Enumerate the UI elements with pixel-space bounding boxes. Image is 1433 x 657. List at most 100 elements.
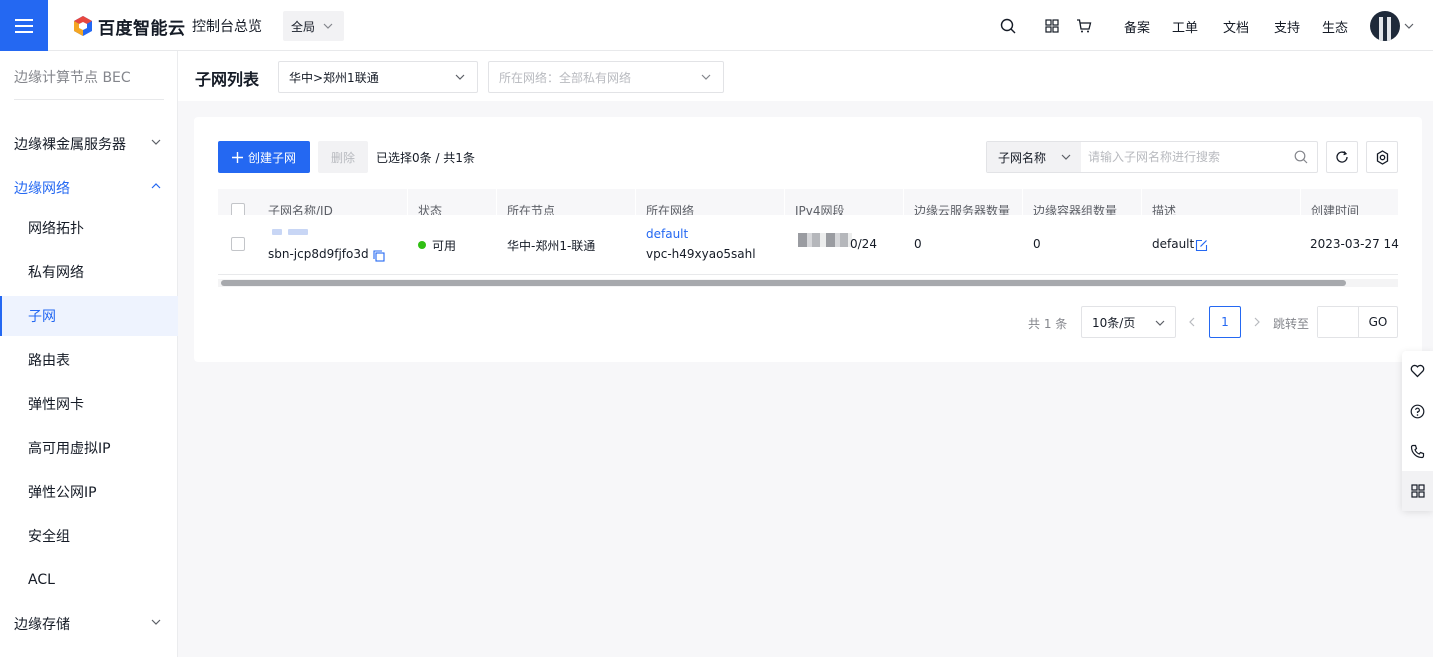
refresh-button[interactable] bbox=[1326, 141, 1358, 173]
status-dot-icon bbox=[418, 241, 426, 249]
search-input[interactable] bbox=[1081, 142, 1285, 172]
network-select[interactable]: 所在网络：全部私有网络 bbox=[488, 61, 724, 93]
server-count: 0 bbox=[914, 237, 922, 251]
copy-icon[interactable] bbox=[373, 250, 385, 262]
grid-icon bbox=[1410, 484, 1425, 498]
sidebar-group-bare-metal[interactable]: 边缘裸金属服务器 bbox=[0, 124, 178, 164]
page-number-button[interactable]: 1 bbox=[1209, 306, 1241, 338]
chevron-right-icon bbox=[1254, 317, 1260, 327]
table-header: 子网名称/ID 状态 所在节点 所在网络 IPv4网段 边缘云服务器数量 边缘容… bbox=[218, 189, 1398, 218]
sidebar-title: 边缘计算节点 BEC bbox=[14, 70, 131, 86]
page-header: 子网列表 华中>郑州1联通 所在网络：全部私有网络 bbox=[178, 51, 1433, 101]
jump-page-input[interactable] bbox=[1318, 307, 1359, 337]
scrollbar-thumb[interactable] bbox=[221, 280, 1346, 286]
search-box: 子网名称 bbox=[986, 141, 1318, 173]
console-overview-link[interactable]: 控制台总览 bbox=[192, 16, 262, 36]
subnet-list-card: 创建子网 删除 已选择0条 / 共1条 子网名称 子网名称/ID 状态 所在节点… bbox=[194, 117, 1422, 362]
delete-button[interactable]: 删除 bbox=[318, 141, 368, 173]
network-id: vpc-h49xyao5sahl bbox=[646, 247, 756, 261]
sidebar-divider bbox=[14, 99, 164, 100]
search-field-select[interactable]: 子网名称 bbox=[987, 142, 1081, 172]
subnet-id: sbn-jcp8d9fjfo3d bbox=[268, 247, 369, 261]
prev-page-button[interactable] bbox=[1184, 314, 1200, 330]
floating-toolbar bbox=[1402, 351, 1433, 511]
nav-link-docs[interactable]: 文档 bbox=[1223, 17, 1249, 36]
help-button[interactable] bbox=[1402, 391, 1433, 431]
blurred-subnet-name bbox=[288, 229, 308, 235]
search-field-value: 子网名称 bbox=[998, 150, 1047, 165]
network-name-link[interactable]: default bbox=[646, 227, 688, 241]
blurred-ipv4 bbox=[798, 233, 852, 247]
sidebar-group-label: 边缘裸金属服务器 bbox=[14, 137, 126, 153]
favorite-button[interactable] bbox=[1402, 351, 1433, 391]
pagination-total: 共 1 条 bbox=[1028, 317, 1068, 331]
node-select-value: 华中>郑州1联通 bbox=[289, 70, 379, 85]
sidebar-item-subnet[interactable]: 子网 bbox=[0, 296, 178, 336]
next-page-button[interactable] bbox=[1249, 314, 1265, 330]
horizontal-scrollbar[interactable] bbox=[218, 279, 1398, 287]
nav-link-beian[interactable]: 备案 bbox=[1124, 17, 1150, 36]
sidebar-item-label: 弹性公网IP bbox=[28, 485, 97, 501]
status-text: 可用 bbox=[432, 239, 457, 253]
nav-link-support[interactable]: 支持 bbox=[1274, 17, 1300, 36]
sidebar-item-label: 私有网络 bbox=[28, 265, 84, 281]
row-checkbox[interactable] bbox=[231, 237, 245, 251]
page-size-select[interactable]: 10条/页 bbox=[1081, 306, 1176, 338]
chevron-down-icon bbox=[1155, 320, 1165, 326]
gear-icon bbox=[1376, 149, 1388, 165]
more-apps-button[interactable] bbox=[1402, 471, 1433, 511]
sidebar-item-havip[interactable]: 高可用虚拟IP bbox=[0, 428, 178, 468]
sidebar-item-route-table[interactable]: 路由表 bbox=[0, 340, 178, 380]
avatar-chevron-down-icon[interactable] bbox=[1404, 23, 1414, 29]
menu-icon[interactable] bbox=[0, 0, 48, 51]
contact-button[interactable] bbox=[1402, 431, 1433, 471]
search-icon[interactable] bbox=[1285, 142, 1317, 172]
jump-to-control: GO bbox=[1317, 306, 1398, 338]
sidebar-item-label: 弹性网卡 bbox=[28, 397, 84, 413]
nav-link-ecosystem[interactable]: 生态 bbox=[1322, 17, 1348, 36]
node-select[interactable]: 华中>郑州1联通 bbox=[278, 61, 478, 93]
apps-grid-icon[interactable] bbox=[1042, 16, 1062, 36]
sidebar-item-vpc[interactable]: 私有网络 bbox=[0, 252, 178, 292]
avatar[interactable] bbox=[1370, 11, 1400, 41]
chevron-down-icon bbox=[323, 23, 333, 29]
jump-to-label: 跳转至 bbox=[1273, 317, 1310, 331]
page-size-value: 10条/页 bbox=[1092, 315, 1136, 330]
nav-link-ticket[interactable]: 工单 bbox=[1172, 17, 1198, 36]
sidebar-group-storage[interactable]: 边缘存储 bbox=[0, 604, 178, 644]
sidebar-item-acl[interactable]: ACL bbox=[0, 560, 178, 600]
edit-icon[interactable] bbox=[1195, 239, 1208, 252]
sidebar-group-network[interactable]: 边缘网络 bbox=[0, 168, 178, 208]
sidebar-item-label: 网络拓扑 bbox=[28, 221, 84, 237]
status-cell: 可用 bbox=[418, 237, 456, 254]
cloud-logo-icon bbox=[72, 15, 94, 37]
sidebar-item-security-group[interactable]: 安全组 bbox=[0, 516, 178, 556]
cart-icon[interactable] bbox=[1074, 16, 1094, 36]
region-select[interactable]: 全局 bbox=[283, 11, 344, 41]
sidebar-group-label: 边缘网络 bbox=[14, 181, 70, 197]
sidebar-item-eip[interactable]: 弹性公网IP bbox=[0, 472, 178, 512]
heart-icon bbox=[1410, 364, 1425, 378]
node-cell: 华中-郑州1-联通 bbox=[507, 239, 596, 253]
create-subnet-button[interactable]: 创建子网 bbox=[218, 141, 310, 173]
page-title: 子网列表 bbox=[195, 70, 260, 89]
blurred-subnet-name bbox=[272, 229, 282, 235]
brand-logo[interactable]: 百度智能云 bbox=[72, 14, 186, 39]
sidebar-group-label: 边缘存储 bbox=[14, 617, 70, 633]
go-button[interactable]: GO bbox=[1359, 307, 1397, 337]
sidebar-item-label: 子网 bbox=[28, 309, 56, 325]
sidebar-item-eni[interactable]: 弹性网卡 bbox=[0, 384, 178, 424]
selection-info: 已选择0条 / 共1条 bbox=[376, 151, 475, 165]
plus-icon bbox=[231, 151, 243, 163]
ipv4-suffix: 0/24 bbox=[850, 237, 877, 251]
table-row: sbn-jcp8d9fjfo3d 可用 华中-郑州1-联通 default vp… bbox=[218, 215, 1399, 275]
settings-button[interactable] bbox=[1366, 141, 1398, 173]
chevron-down-icon bbox=[455, 74, 465, 80]
sidebar-item-topology[interactable]: 网络拓扑 bbox=[0, 208, 178, 248]
question-icon bbox=[1410, 404, 1425, 418]
chevron-left-icon bbox=[1189, 317, 1195, 327]
sidebar-item-label: 安全组 bbox=[28, 529, 70, 545]
chevron-down-icon bbox=[151, 139, 161, 145]
sidebar-item-label: 路由表 bbox=[28, 353, 70, 369]
search-icon[interactable] bbox=[998, 16, 1018, 36]
